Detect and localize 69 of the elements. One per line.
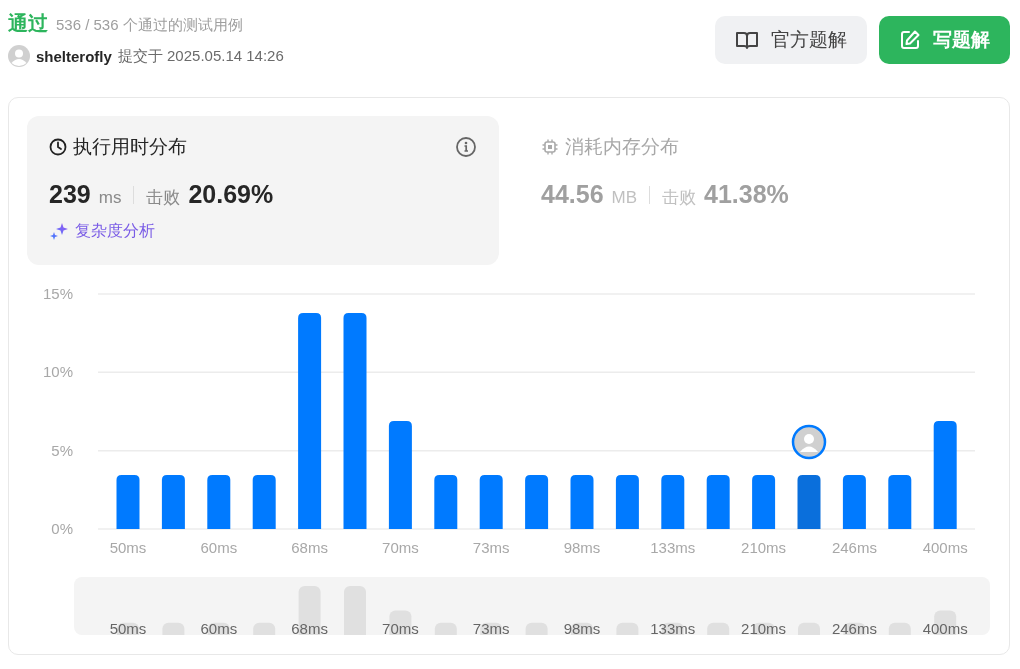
x-axis-label: 246ms: [831, 539, 877, 556]
bar[interactable]: [479, 474, 503, 529]
book-icon: [735, 29, 759, 51]
beats-percent: 20.69%: [188, 180, 274, 209]
x-axis-label: 133ms: [650, 539, 696, 556]
overview-label: 98ms: [563, 620, 601, 635]
y-axis-label: 10%: [42, 363, 73, 381]
info-icon[interactable]: [455, 136, 477, 158]
overview-label: 68ms: [291, 620, 328, 635]
beats-label: 击败: [146, 187, 181, 209]
stat-unit: MB: [611, 188, 638, 208]
overview-label: 73ms: [472, 620, 510, 635]
sparkle-icon: [49, 221, 69, 242]
x-axis-label: 210ms: [741, 539, 787, 556]
y-axis-label: 0%: [51, 520, 73, 537]
bar[interactable]: [752, 474, 776, 529]
x-axis-label: 70ms: [382, 539, 419, 556]
y-axis-label: 15%: [42, 285, 73, 302]
bar[interactable]: [116, 474, 140, 529]
bar[interactable]: [661, 474, 685, 529]
overview-label: 246ms: [831, 620, 877, 635]
avatar-marker-icon: [791, 424, 827, 460]
bar[interactable]: [161, 474, 185, 529]
overview-label: 50ms: [109, 620, 147, 635]
bar[interactable]: [434, 474, 458, 529]
complexity-analysis-link[interactable]: 复杂度分析: [49, 221, 155, 242]
stat-value: 44.56: [541, 180, 604, 209]
stat-title: 消耗内存分布: [565, 135, 679, 159]
overview-label: 133ms: [650, 620, 696, 635]
runtime-tab[interactable]: 执行用时分布 239 ms 击败 20.69% 复杂度分析: [27, 116, 499, 265]
avatar-icon: [8, 45, 30, 67]
x-axis-label: 400ms: [922, 539, 968, 556]
overview-label: 210ms: [741, 620, 787, 635]
bar[interactable]: [570, 474, 594, 529]
stat-title: 执行用时分布: [73, 135, 187, 159]
submitted-time: 提交于 2025.05.14 14:26: [117, 46, 284, 66]
status-text: 通过: [8, 11, 48, 36]
x-axis-label: 50ms: [109, 539, 147, 556]
y-axis-label: 5%: [51, 441, 73, 459]
official-solution-button[interactable]: 官方题解: [715, 16, 867, 64]
bar[interactable]: [525, 474, 549, 529]
overview-label: 60ms: [200, 620, 238, 635]
overview-label: 70ms: [382, 620, 419, 635]
x-axis-label: 60ms: [200, 539, 238, 556]
bar[interactable]: [252, 474, 276, 529]
bar[interactable]: [706, 474, 730, 529]
bar[interactable]: [933, 420, 957, 529]
stat-value: 239: [49, 180, 91, 209]
bar[interactable]: [888, 474, 912, 529]
stat-unit: ms: [98, 188, 122, 208]
username-link[interactable]: shelterofly: [36, 47, 112, 65]
bar[interactable]: [298, 312, 322, 529]
bar[interactable]: [615, 474, 639, 529]
overview-label: 400ms: [922, 620, 968, 635]
bar[interactable]: [388, 420, 412, 529]
chip-icon: [541, 138, 559, 156]
overview-panel[interactable]: 50ms 60ms 68ms 70ms 73ms 98ms 133ms 210ms 246ms 400ms: [74, 577, 990, 635]
x-axis-label: 73ms: [472, 539, 510, 556]
highlighted-bar[interactable]: [797, 474, 821, 529]
x-axis-label: 98ms: [563, 539, 601, 556]
beats-percent: 41.38%: [704, 180, 789, 209]
bar[interactable]: [207, 474, 231, 529]
pencil-square-icon: [899, 29, 921, 51]
bar[interactable]: [343, 312, 367, 529]
clock-icon: [49, 138, 67, 156]
bar[interactable]: [842, 474, 866, 529]
beats-label: 击败: [662, 187, 697, 209]
x-axis-label: 68ms: [291, 539, 328, 556]
test-cases-text: 536 / 536 个通过的测试用例: [56, 16, 243, 35]
